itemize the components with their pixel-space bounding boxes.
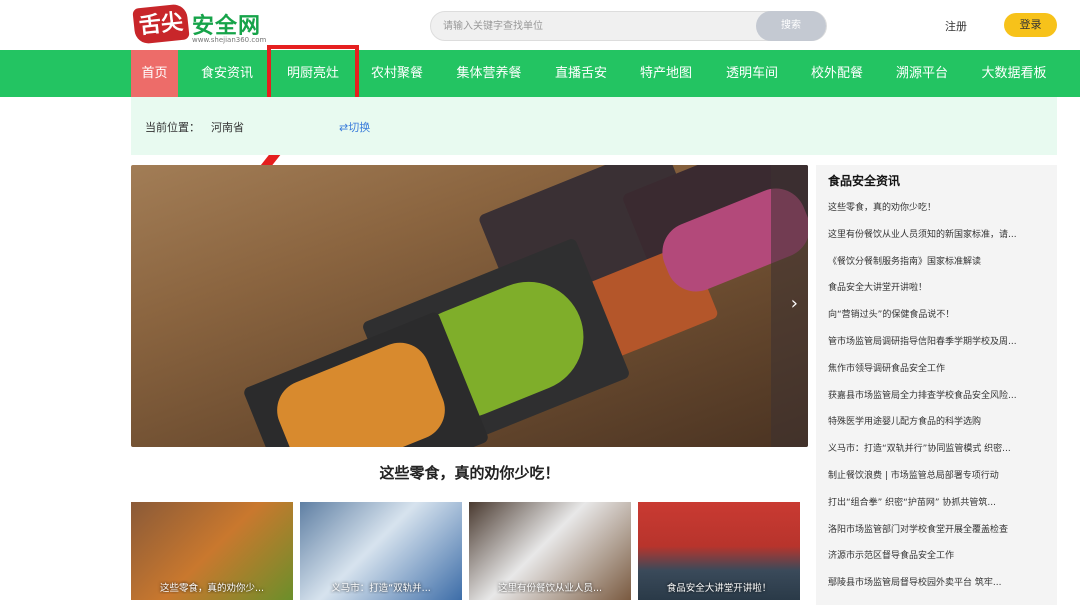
nav-item-home[interactable]: 首页 [131,50,178,97]
news-item[interactable]: 特殊医学用途婴儿配方食品的科学选购 [828,415,1048,442]
location-switch-link[interactable]: ⇄切换 [339,119,370,135]
news-item[interactable]: 洛阳市场监管部门对学校食堂开展全覆盖检查 [828,523,1048,550]
news-item[interactable]: 义马市：打造“双轨并行”协同监管模式 织密... [828,442,1048,469]
thumbnail-card[interactable]: 义马市：打造“双轨并... [300,502,462,600]
banner-next-shade [771,165,808,447]
banner-caption[interactable]: 这些零食，真的劝你少吃！ [131,462,808,483]
nav-item-live[interactable]: 直播舌安 [543,50,619,97]
news-panel-title: 食品安全资讯 [828,174,901,188]
thumbnail-caption: 这些零食，真的劝你少... [159,583,265,594]
news-item[interactable]: 《餐饮分餐制服务指南》国家标准解读 [828,255,1048,282]
news-item[interactable]: 焦作市领导调研食品安全工作 [828,362,1048,389]
news-item[interactable]: 打出“组合拳” 织密“护苗网” 协抓共管筑... [828,496,1048,523]
search-input[interactable] [443,18,743,34]
thumbnail-card[interactable]: 这里有份餐饮从业人员... [469,502,631,600]
location-bar: 当前位置： 河南省 ⇄切换 [131,97,1057,155]
nav-item-dashboard[interactable]: 大数据看板 [969,50,1059,97]
nav-item-food-safety-news[interactable]: 食安资讯 [188,50,266,97]
news-item[interactable]: 制止餐饮浪费 | 市场监管总局部署专项行动 [828,469,1048,496]
nav-item-group-meals[interactable]: 集体营养餐 [446,50,532,97]
nav-item-transparent-workshop[interactable]: 透明车间 [713,50,791,97]
location-label: 当前位置： [145,121,200,134]
thumbnail-caption: 食品安全大讲堂开讲啦！ [666,583,772,594]
logo-url: www.shejian360.com [192,36,267,44]
nav-item-rural-banquet[interactable]: 农村聚餐 [360,50,434,97]
register-link[interactable]: 注册 [945,18,967,34]
news-item[interactable]: 这些零食，真的劝你少吃！ [828,201,1048,228]
main-nav: 首页 食安资讯 明厨亮灶 农村聚餐 集体营养餐 直播舌安 特产地图 透明车间 校… [0,50,1080,97]
thumbnail-card[interactable]: 食品安全大讲堂开讲啦！ [638,502,800,600]
thumbnail-caption: 这里有份餐饮从业人员... [497,583,603,594]
logo-mark: 舌尖 [132,3,190,45]
chevron-right-icon[interactable]: › [791,293,798,314]
banner-carousel[interactable]: › [131,165,808,447]
site-logo[interactable]: 舌尖 安全网 www.shejian360.com [132,3,267,46]
news-item[interactable]: 获嘉县市场监管局全力排查学校食品安全风险... [828,389,1048,416]
news-item[interactable]: 向“营销过头”的保健食品说不！ [828,308,1048,335]
nav-item-traceability[interactable]: 溯源平台 [884,50,960,97]
news-item[interactable]: 鄢陵县市场监管局督导校园外卖平台 筑牢... [828,576,1048,603]
search-button[interactable]: 搜索 [756,11,826,41]
news-list: 这些零食，真的劝你少吃！ 这里有份餐饮从业人员须知的新国家标准，请... 《餐饮… [828,201,1048,603]
thumbnail-caption: 义马市：打造“双轨并... [331,583,431,594]
nav-item-specialty-map[interactable]: 特产地图 [628,50,704,97]
news-item[interactable]: 济源市示范区督导食品安全工作 [828,549,1048,576]
login-button[interactable]: 登录 [1004,13,1057,37]
location-province: 河南省 [211,121,244,134]
nav-item-catering[interactable]: 校外配餐 [799,50,875,97]
news-item[interactable]: 管市场监管局调研指导信阳春季学期学校及周... [828,335,1048,362]
thumbnail-card[interactable]: 这些零食，真的劝你少... [131,502,293,600]
news-item[interactable]: 这里有份餐饮从业人员须知的新国家标准，请... [828,228,1048,255]
news-panel: 食品安全资讯 这些零食，真的劝你少吃！ 这里有份餐饮从业人员须知的新国家标准，请… [816,165,1057,605]
site-header: 舌尖 安全网 www.shejian360.com 搜索 注册 登录 [0,0,1080,50]
search-bar: 搜索 [430,11,827,41]
news-item[interactable]: 食品安全大讲堂开讲啦！ [828,281,1048,308]
